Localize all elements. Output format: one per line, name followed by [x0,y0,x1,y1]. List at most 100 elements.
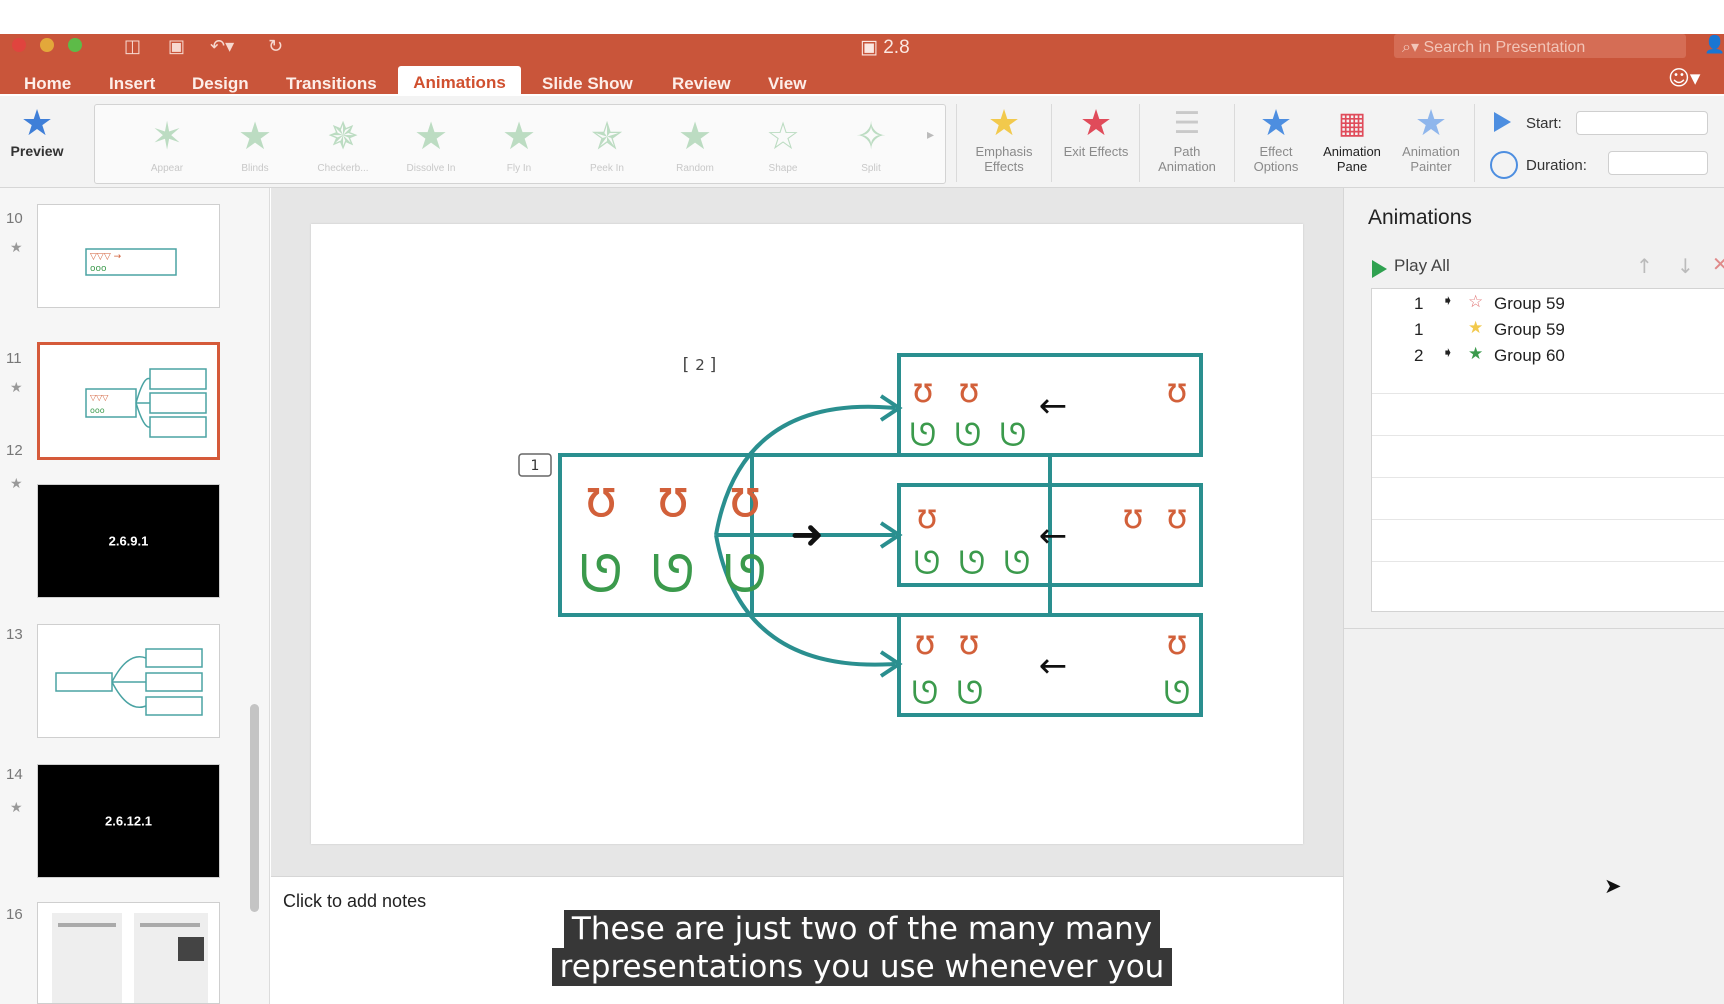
gallery-checkerboard[interactable]: ✵ Checkerb... [303,115,383,174]
move-up-icon[interactable]: ↑ [1636,254,1653,278]
animation-item[interactable]: 2 ➧ ★ Group 60 [1372,343,1724,369]
bear-icon: ʊ [916,497,937,537]
slide-thumbnail-10[interactable]: ▽▽▽ → ooo [37,204,220,308]
sheep-icon: ᘎ [723,545,766,605]
close-window-button[interactable] [12,38,26,52]
bear-icon: ʊ [1166,623,1187,663]
exit-effects-button[interactable]: ★ Exit Effects [1056,104,1136,160]
slide-thumbnail-14[interactable]: 2.6.12.1 [37,764,220,878]
animation-item[interactable]: 1 ➧ ☆ Group 59 [1372,291,1724,317]
tab-slide-show[interactable]: Slide Show [542,74,633,94]
slide-thumbnail-13[interactable] [37,624,220,738]
save-icon[interactable]: ▣ [168,36,185,57]
effect-options-button[interactable]: ★ Effect Options [1240,104,1312,175]
tab-insert[interactable]: Insert [109,74,155,94]
start-select[interactable] [1576,111,1708,135]
split-star-icon: ✧ [855,114,887,158]
sheep-icon: ᘎ [959,544,986,582]
sheep-icon: ᘎ [651,545,694,605]
badge-2-bracket-left: [ [683,355,690,375]
gallery-scroll-right-icon[interactable]: ▸ [927,127,934,143]
bear-icon: ʊ [914,623,935,663]
animation-order: 1 [1414,320,1424,339]
sidebar-toggle-icon[interactable]: ◫ [124,36,141,57]
random-star-icon: ★ [677,114,713,158]
left-arrow-icon: ← [1039,646,1068,686]
on-click-pointer-icon: ➧ [1442,345,1454,361]
move-down-icon[interactable]: ↓ [1677,254,1694,278]
document-title: ▣ 2.8 [860,36,910,59]
remove-animation-icon[interactable]: ✕ [1712,252,1724,276]
animation-marker-icon: ★ [10,476,23,492]
gallery-random[interactable]: ★ Random [655,115,735,174]
badge-2-text: 2 [695,356,705,374]
animation-item[interactable]: 1 ★ Group 59 [1372,317,1724,343]
tab-view[interactable]: View [768,74,806,94]
on-click-pointer-icon: ➧ [1442,293,1454,309]
gallery-blinds[interactable]: ★ Blinds [215,115,295,174]
feedback-smiley-icon[interactable]: ☺▾ [1668,66,1700,90]
search-placeholder: Search in Presentation [1423,39,1586,56]
animation-pane-label: Animation Pane [1323,144,1381,174]
pane-splitter[interactable] [1344,628,1724,629]
document-icon: ▣ [860,36,878,58]
emphasis-label: Emphasis Effects [975,144,1033,174]
slide-thumbnail-12[interactable]: 2.6.9.1 [37,484,220,598]
svg-text:▽▽▽: ▽▽▽ [90,393,109,402]
svg-text:ooo: ooo [90,406,105,415]
minimize-window-button[interactable] [40,38,54,52]
emphasis-effects-button[interactable]: ★ Emphasis Effects [960,104,1048,175]
slide-thumbnail-11-selected[interactable]: ▽▽▽ ooo [37,342,220,460]
undo-icon[interactable]: ↶▾ [210,36,234,57]
tab-review[interactable]: Review [672,74,731,94]
gallery-split[interactable]: ✧ Split [831,115,911,174]
zoom-window-button[interactable] [68,38,82,52]
list-divider [1372,477,1724,478]
path-animation-button[interactable]: ☰ Path Animation [1144,104,1230,174]
tab-transitions[interactable]: Transitions [286,74,377,94]
gallery-appear[interactable]: ✶ Appear [127,115,207,174]
peek-in-star-icon: ✯ [591,114,623,158]
sheep-icon: ᘎ [914,544,941,582]
gallery-fly-in[interactable]: ★ Fly In [479,115,559,174]
effect-options-label: Effect Options [1253,144,1299,174]
navigator-scrollbar[interactable] [250,704,259,912]
tab-design[interactable]: Design [192,74,249,94]
play-all-button[interactable]: Play All [1394,256,1450,276]
ribbon-divider [1051,104,1052,182]
redo-icon[interactable]: ↻ [268,36,283,57]
exit-star-icon: ☆ [1468,292,1484,312]
animation-name: Group 59 [1494,320,1565,339]
gallery-shape[interactable]: ☆ Shape [743,115,823,174]
sheep-icon: ᘎ [579,545,622,605]
duration-stepper[interactable] [1608,151,1708,175]
preview-button[interactable]: ★ Preview [4,104,70,159]
thumbnail-diagram [55,648,203,716]
animation-order: 2 [1414,346,1424,365]
animation-gallery: ✶ Appear ★ Blinds ✵ Checkerb... ★ Dissolve I… [94,104,946,184]
ribbon-divider [1474,104,1475,182]
animation-marker-icon: ★ [10,800,23,816]
gallery-label: Random [676,163,714,174]
tab-home[interactable]: Home [24,74,71,94]
sheep-icon: ᘎ [955,416,982,454]
animation-painter-button[interactable]: ★ Animation Painter [1392,104,1470,175]
animation-pane-button[interactable]: ▦ Animation Pane [1314,104,1390,174]
current-slide[interactable]: 1 [ 2 ] ʊ ʊ ʊ ʊ ʊ ʊ ʊ ʊ ʊ ʊ ʊ ʊ ᘎ ᘎ ᘎ ᘎ … [311,224,1303,844]
gallery-peek-in[interactable]: ✯ Peek In [567,115,647,174]
bear-icon: ʊ [585,469,617,529]
bear-icon: ʊ [1166,371,1187,411]
search-input[interactable]: ⌕▾ Search in Presentation [1394,34,1686,58]
thumbnail-title: 2.6.9.1 [108,533,149,549]
blinds-star-icon: ★ [237,114,273,158]
gallery-label: Dissolve In [406,163,456,174]
tab-animations[interactable]: Animations [398,66,521,96]
slide-number: 11 [6,350,22,367]
checkerboard-star-icon: ✵ [327,114,359,158]
animation-marker-icon: ★ [10,240,23,256]
gallery-dissolve-in[interactable]: ★ Dissolve In [391,115,471,174]
notes-placeholder: Click to add notes [283,891,427,911]
sheep-icon: ᘎ [1004,544,1031,582]
share-person-icon[interactable]: 👤 [1704,35,1724,57]
play-all-icon [1372,260,1387,278]
